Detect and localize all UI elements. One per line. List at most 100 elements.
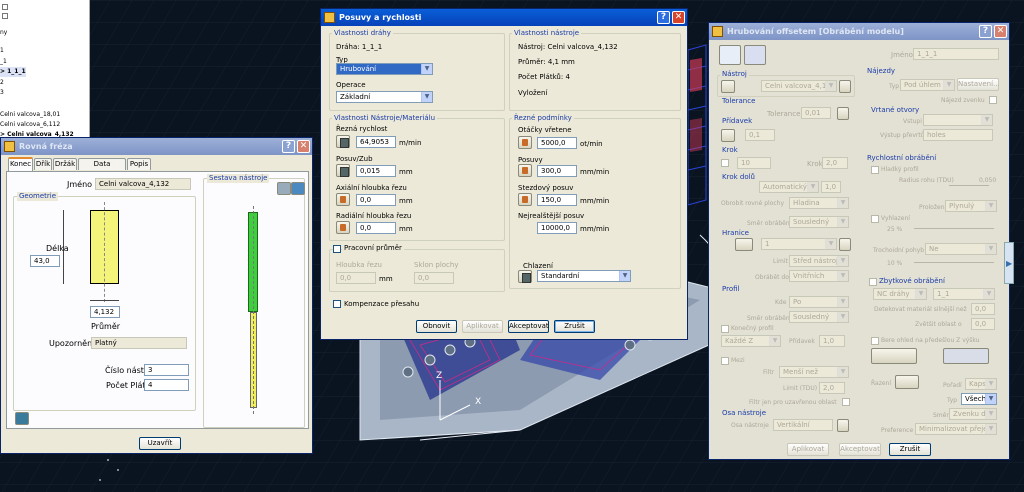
pridavek-group-label: Přídavek [720,117,755,126]
chevron-down-icon: ▼ [837,217,848,227]
stock-icon [721,129,735,142]
axialni-field[interactable]: 0,0 [356,194,396,206]
typ-select[interactable]: Hrubování ▼ [336,63,433,75]
chevron-down-icon: ▼ [825,239,836,249]
osa-group-label: Osa nástroje [720,409,769,418]
aplikovat-button[interactable]: Aplikovat [462,320,503,333]
pocet-platku-field[interactable]: 4 [144,379,189,391]
zrusit-button[interactable]: Zrušit [554,320,595,333]
tolerance-field: 0,01 [801,107,831,119]
tree-item[interactable]: Celni valcova_18,01 [0,110,60,120]
tab-drzak[interactable]: Držák [53,158,77,170]
lock-icon[interactable] [336,221,350,234]
posuv-zub-field[interactable]: 0,015 [356,165,396,177]
prumer-field[interactable]: 4,132 [90,306,120,318]
pracovni-prumer-checkbox[interactable] [333,245,341,253]
help-button[interactable]: ? [657,11,670,24]
typ-select-value: Hrubování [340,65,377,73]
uzavrit-button[interactable]: Uzavřít [139,437,181,450]
title-bar[interactable]: Hrubování offsetem [Obrábění modelu] ? ✕ [709,23,1009,40]
help-button[interactable]: ? [282,140,295,153]
tree-item-active[interactable]: > 1_1_1 [0,67,26,77]
close-button[interactable]: ✕ [672,11,685,24]
draha-text: Dráha: 1_1_1 [336,43,383,51]
delka-field[interactable]: 43,0 [30,255,60,267]
expand-panel-button[interactable]: ▶ [1004,242,1014,284]
help-button[interactable]: ? [979,25,992,38]
tab-popis[interactable]: Popis [127,158,151,170]
jmeno-label: Jméno [67,180,93,189]
tree-item[interactable]: 3 [0,88,4,98]
chevron-down-icon: ▼ [985,409,996,419]
stezdovy-posuv-field[interactable]: 150,0 [537,194,577,206]
tree-item[interactable]: 1 [0,46,4,56]
tree-item[interactable]: Celni valcova_6,112 [0,120,60,130]
najezd-typ-select: Pod úhlem ▼ [900,79,955,91]
kazde-select: Každé Z ▼ [721,335,781,347]
najezd-typ-label: Typ [889,83,900,90]
vystup-label: Výstup převrtů [880,132,925,139]
otacky-unit: ot/min [580,140,603,148]
hranice-group-label: Hranice [720,229,751,238]
rezna-rychlost-field[interactable]: 64,9053 [356,136,396,148]
chevron-down-icon: ▼ [943,80,954,90]
app-icon [4,141,15,152]
osa-label: Osa nástroje [731,422,769,429]
assembly-icon[interactable] [291,182,305,195]
calculator-icon[interactable] [336,164,350,177]
vstupi-select: ▼ [923,114,993,126]
coolant-icon[interactable] [518,270,532,283]
tab-konec[interactable]: Konec [8,157,33,171]
otacky-field[interactable]: 5000,0 [537,137,577,149]
edit-axis-icon [837,419,849,432]
cislo-nastroje-field[interactable]: 3 [144,364,189,376]
upozorneni-field: Platný [91,337,187,349]
tree-item[interactable]: 2 [0,78,4,88]
close-button[interactable]: ✕ [994,25,1007,38]
tool-library-icon[interactable] [15,412,29,425]
radialni-field[interactable]: 0,0 [356,222,396,234]
tree-expand-icon[interactable] [2,4,8,10]
title-bar[interactable]: Rovná fréza ? ✕ [1,138,312,155]
dialog-title: Posuvy a rychlosti [339,13,422,22]
razeni-icon [895,375,919,389]
akceptovat-button: Akceptovat [839,443,881,456]
operace-select[interactable]: Základní ▼ [336,91,433,103]
tab-pane: Jméno Celni valcova_4,132 Geometrie Délk… [6,171,309,429]
obrabet-select: Vnitřních ▼ [789,270,849,282]
razeni-typ-select[interactable]: Všechny ▼ [961,393,997,405]
lock-icon[interactable] [518,164,532,177]
holder-icon[interactable] [277,182,291,195]
bere-ohled-checkbox [871,337,879,345]
akceptovat-button[interactable]: Akceptovat [508,320,549,333]
explorer-tree[interactable]: ny 1 _1 > 1_1_1 2 3 Celni valcova_18,01 … [0,0,90,140]
chevron-down-icon: ▼ [985,244,996,254]
calculator-icon[interactable] [336,135,350,148]
hloubka-rezu-unit: mm [379,275,393,283]
tab-drik[interactable]: Dřík [34,158,52,170]
obnovit-button[interactable]: Obnovit [416,320,457,333]
close-button[interactable]: ✕ [297,140,310,153]
obrobit-label: Obrobit rovné plochy [721,200,785,207]
tree-item[interactable]: ny [0,28,7,38]
chlazeni-select[interactable]: Standardní ▼ [537,270,631,282]
lock-icon[interactable] [518,193,532,206]
kompenzace-label: Kompenzace přesahu [344,300,420,308]
konecny-checkbox [721,325,729,333]
tree-item[interactable]: _1 [0,57,7,67]
axis-x-label: X [475,397,481,407]
lock-icon[interactable] [518,136,532,149]
zrusit-button[interactable]: Zrušit [889,443,931,456]
kompenzace-checkbox[interactable] [333,300,341,308]
tab-data-obrabeni[interactable]: Data obrábění [78,158,126,179]
smer2-label: Směr obrábění [747,315,792,322]
tree-expand-icon[interactable] [2,13,8,19]
nejrealstejsi-field[interactable]: 10000,0 [537,222,577,234]
posuvy-unit: mm/min [580,168,610,176]
posuvy-field[interactable]: 300,0 [537,165,577,177]
lock-icon[interactable] [336,193,350,206]
filtr-label: Filtr [763,369,775,376]
title-bar[interactable]: Posuvy a rychlosti ? ✕ [321,9,687,26]
hladky-label: Hladký profil [881,166,919,173]
zbytkove-checkbox [869,278,877,286]
